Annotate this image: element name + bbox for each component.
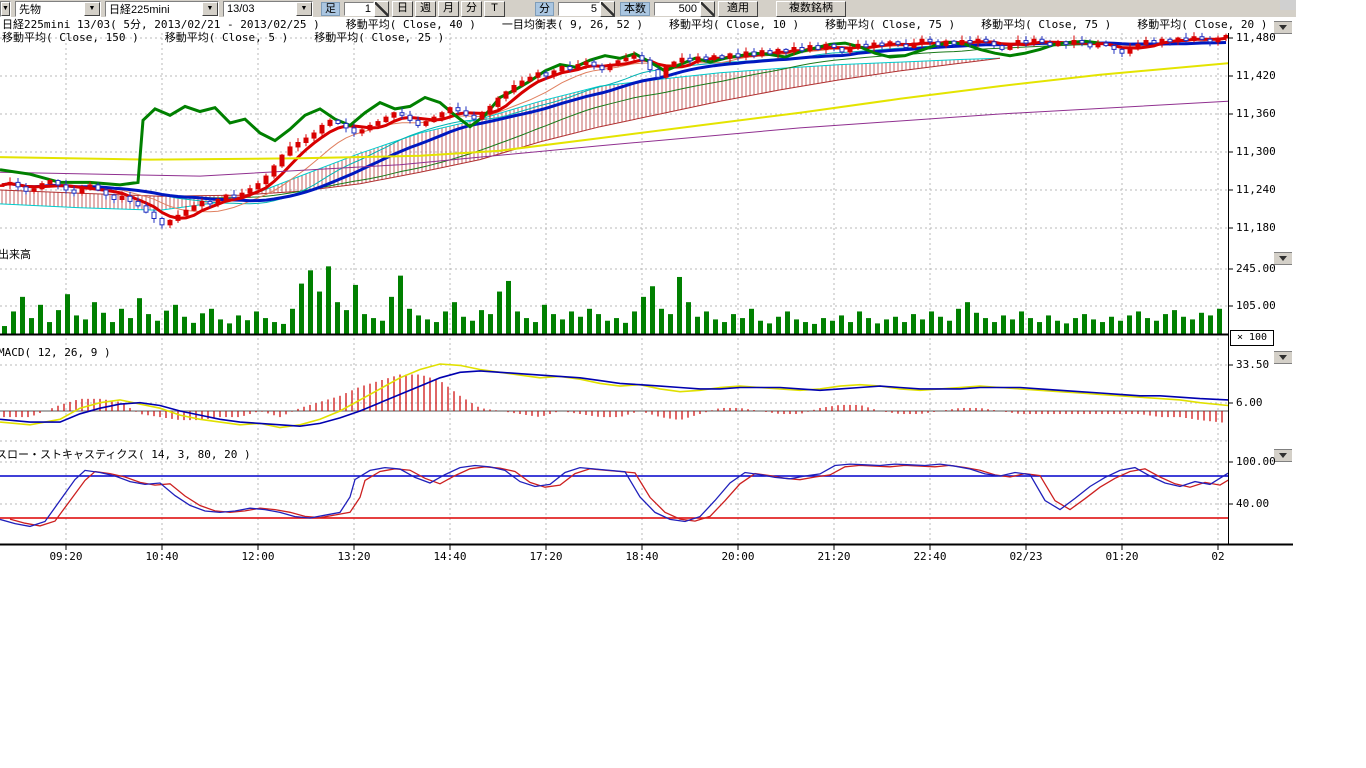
y-axis-tick-label: 11,360 [1236, 107, 1276, 120]
x-axis-time-label: 12:00 [241, 550, 274, 563]
x-axis-time-label: 20:00 [721, 550, 754, 563]
price-scale-dropdown-button[interactable] [1274, 21, 1292, 34]
legend-item: 移動平均( Close, 10 ) [669, 18, 799, 31]
y-axis-tick-label: 6.00 [1236, 396, 1263, 409]
x-axis-time-label: 22:40 [913, 550, 946, 563]
x-axis-time-label: 09:20 [49, 550, 82, 563]
legend-row-2: 移動平均( Close, 150 ) 移動平均( Close, 5 ) 移動平均( … [2, 29, 470, 45]
volume-multiplier-badge: × 100 [1230, 330, 1274, 346]
x-axis-time-label: 21:20 [817, 550, 850, 563]
x-axis-time-label: 01:20 [1105, 550, 1138, 563]
y-axis-tick-label: 11,420 [1236, 69, 1276, 82]
macd-panel-label: MACD( 12, 26, 9 ) [0, 346, 111, 359]
y-axis-tick-label: 33.50 [1236, 358, 1269, 371]
legend-item: 移動平均( Close, 25 ) [314, 31, 444, 44]
x-axis-time-label: 02/23 [1009, 550, 1042, 563]
legend-item: 移動平均( Close, 150 ) [2, 31, 139, 44]
volume-panel-label: 出来高 [0, 246, 31, 262]
chart-canvas [0, 0, 1296, 572]
legend-item: 移動平均( Close, 75 ) [981, 18, 1111, 31]
stoch-scale-dropdown-button[interactable] [1274, 449, 1292, 462]
y-axis-tick-label: 11,180 [1236, 221, 1276, 234]
x-axis-time-label: 02 [1211, 550, 1224, 563]
y-axis-tick-label: 245.00 [1236, 262, 1276, 275]
y-axis-tick-label: 11,240 [1236, 183, 1276, 196]
y-axis-tick-label: 11,480 [1236, 31, 1276, 44]
macd-scale-dropdown-button[interactable] [1274, 351, 1292, 364]
x-axis-time-label: 10:40 [145, 550, 178, 563]
legend-item: 一目均衡表( 9, 26, 52 ) [502, 18, 643, 31]
chart-application-window: ▼ 先物 ▼ 日経225mini ▼ 13/03 ▼ 足 1 日週月分T 分 5… [0, 0, 1366, 768]
x-axis-time-label: 13:20 [337, 550, 370, 563]
legend-item: 移動平均( Close, 75 ) [825, 18, 955, 31]
stochastics-panel-label: スロー・ストキャスティクス( 14, 3, 80, 20 ) [0, 446, 251, 462]
y-axis-tick-label: 100.00 [1236, 455, 1276, 468]
y-axis-tick-label: 11,300 [1236, 145, 1276, 158]
window-corner [1280, 0, 1296, 10]
volume-scale-dropdown-button[interactable] [1274, 252, 1292, 265]
y-axis-tick-label: 40.00 [1236, 497, 1269, 510]
y-axis-tick-label: 105.00 [1236, 299, 1276, 312]
legend-item: 移動平均( Close, 20 ) [1137, 18, 1267, 31]
x-axis-time-label: 18:40 [625, 550, 658, 563]
x-axis-time-label: 14:40 [433, 550, 466, 563]
legend-item: 移動平均( Close, 5 ) [165, 31, 288, 44]
x-axis-time-label: 17:20 [529, 550, 562, 563]
